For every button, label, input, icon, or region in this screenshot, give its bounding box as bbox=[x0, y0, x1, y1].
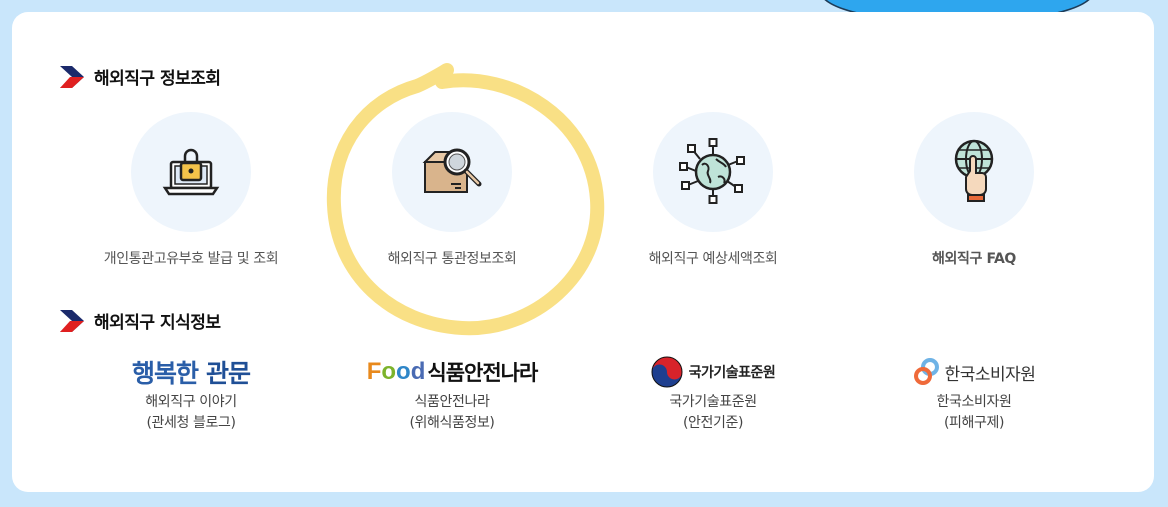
section-title-text: 해외직구 정보조회 bbox=[94, 69, 221, 89]
section-title-knowledge: 해외직구 지식정보 bbox=[60, 308, 221, 333]
section-title-info: 해외직구 정보조회 bbox=[60, 64, 221, 89]
link-kca[interactable]: 한국소비자원 한국소비자원 (피해구제) bbox=[854, 352, 1094, 434]
icon-circle bbox=[653, 112, 773, 232]
link-food-safety-korea[interactable]: Food 식품안전나라 식품안전나라 (위해식품정보) bbox=[332, 352, 572, 434]
logo-text: 식품안전나라 bbox=[427, 361, 538, 385]
service-personal-customs-code[interactable]: 개인통관고유부호 발급 및 조회 bbox=[71, 112, 311, 268]
logo-text: 관문 bbox=[206, 359, 251, 388]
kca-logo: 한국소비자원 bbox=[854, 352, 1094, 392]
icon-circle bbox=[392, 112, 512, 232]
link-subtitle: (위해식품정보) bbox=[409, 415, 495, 431]
service-label: 해외직구 FAQ bbox=[932, 251, 1016, 267]
service-faq[interactable]: 해외직구 FAQ bbox=[854, 112, 1094, 268]
globe-network-icon bbox=[679, 138, 745, 204]
link-subtitle: (안전기준) bbox=[682, 415, 744, 431]
taegeuk-emblem-icon bbox=[651, 356, 683, 388]
link-subtitle: (피해구제) bbox=[943, 415, 1005, 431]
service-label: 해외직구 통관정보조회 bbox=[387, 251, 517, 267]
icon-circle bbox=[914, 112, 1034, 232]
package-search-icon bbox=[422, 148, 482, 193]
logo-text: 국가기술표준원 bbox=[688, 365, 776, 381]
link-kats[interactable]: 국가기술표준원 국가기술표준원 (안전기준) bbox=[593, 352, 833, 434]
chevron-bullet-icon bbox=[60, 65, 84, 88]
service-customs-info-lookup[interactable]: 해외직구 통관정보조회 bbox=[332, 112, 572, 268]
service-label: 개인통관고유부호 발급 및 조회 bbox=[103, 251, 279, 267]
kats-logo: 국가기술표준원 bbox=[593, 352, 833, 392]
link-title: 한국소비자원 bbox=[936, 394, 1012, 410]
link-subtitle: (관세청 블로그) bbox=[146, 415, 236, 431]
section-title-text: 해외직구 지식정보 bbox=[94, 313, 221, 333]
logo-text: 한국소비자원 bbox=[944, 364, 1036, 385]
chevron-bullet-icon bbox=[60, 309, 84, 332]
content-card: 해외직구 정보조회 개인통관고유부호 발급 및 조회 해외직구 통관정보조회 해… bbox=[12, 12, 1154, 492]
link-title: 해외직구 이야기 bbox=[145, 394, 237, 410]
kca-emblem-icon bbox=[913, 358, 939, 385]
service-estimated-tax-lookup[interactable]: 해외직구 예상세액조회 bbox=[593, 112, 833, 268]
link-customs-blog[interactable]: 행복한 관문 해외직구 이야기 (관세청 블로그) bbox=[71, 352, 311, 434]
food-safety-logo: Food 식품안전나라 bbox=[366, 358, 539, 385]
icon-circle bbox=[131, 112, 251, 232]
link-title: 국가기술표준원 bbox=[669, 394, 757, 410]
happy-gateway-logo: 행복한 관문 bbox=[71, 352, 311, 392]
service-label: 해외직구 예상세액조회 bbox=[648, 251, 778, 267]
globe-pointer-icon bbox=[954, 139, 994, 202]
logo-text: 행복한 bbox=[131, 359, 199, 388]
laptop-lock-icon bbox=[162, 148, 220, 196]
link-title: 식품안전나라 bbox=[414, 394, 490, 410]
